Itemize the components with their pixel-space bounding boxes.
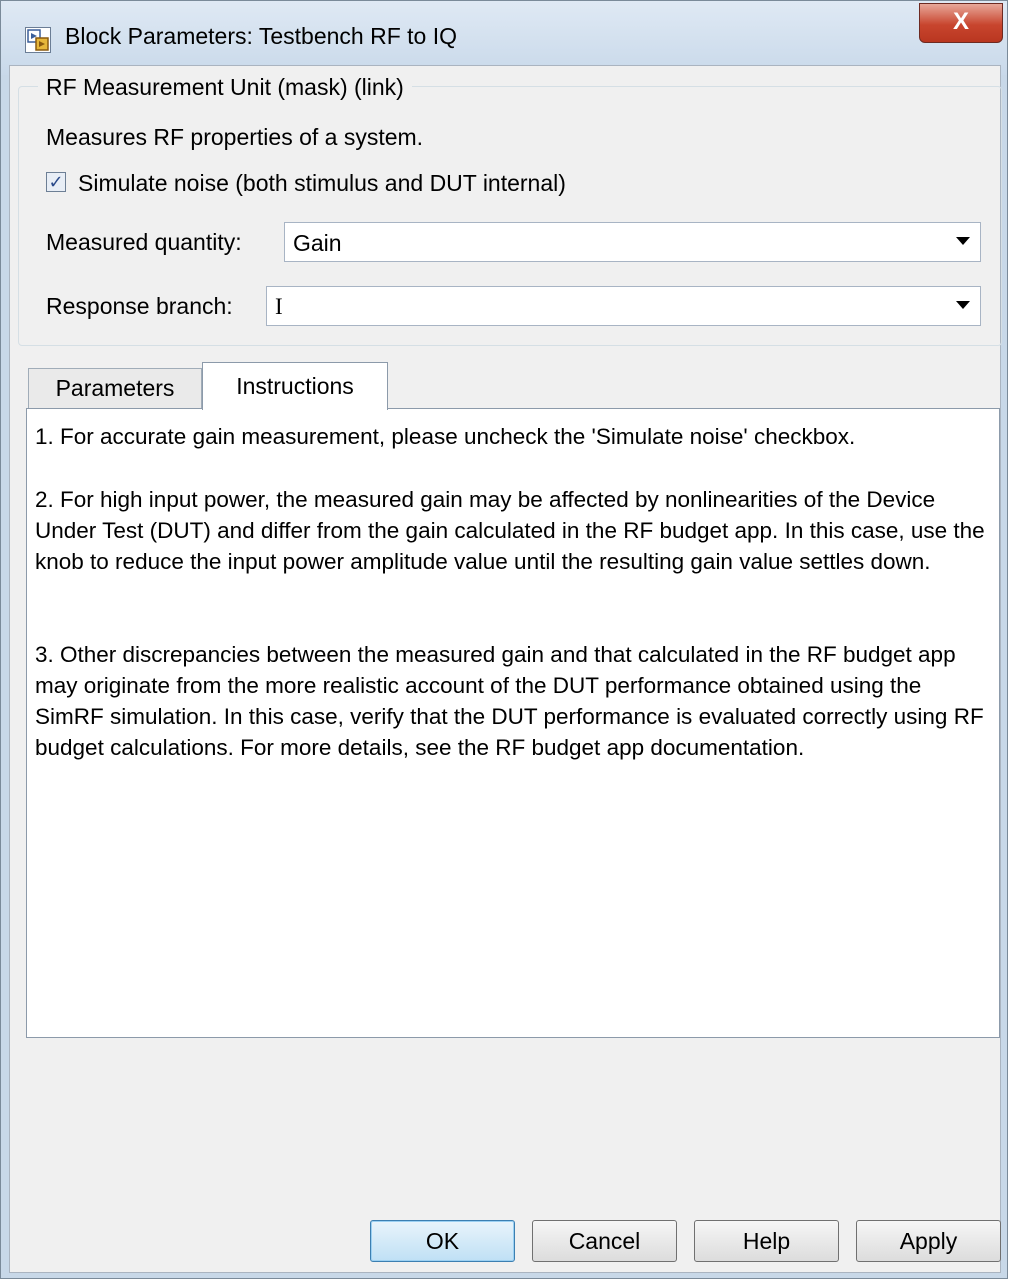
title-bar[interactable]: Block Parameters: Testbench RF to IQ X — [1, 1, 1007, 75]
response-branch-select[interactable]: I — [266, 286, 981, 326]
instruction-paragraph-2: 2. For high input power, the measured ga… — [35, 487, 985, 574]
mask-description: Measures RF properties of a system. — [46, 124, 424, 150]
group-title: RF Measurement Unit (mask) (link) — [38, 74, 412, 101]
measured-quantity-select[interactable]: Gain — [284, 222, 981, 262]
chevron-down-icon — [956, 301, 970, 309]
measured-quantity-value: Gain — [293, 230, 342, 256]
check-mark-icon: ✓ — [48, 172, 64, 192]
instruction-paragraph-1: 1. For accurate gain measurement, please… — [35, 424, 856, 449]
measured-quantity-label: Measured quantity: — [46, 229, 242, 255]
apply-button[interactable]: Apply — [856, 1220, 1001, 1262]
tab-instructions[interactable]: Instructions — [202, 362, 388, 410]
instructions-panel[interactable]: 1. For accurate gain measurement, please… — [26, 408, 1000, 1038]
close-button[interactable]: X — [919, 3, 1003, 43]
response-branch-value: I — [275, 294, 283, 319]
chevron-down-icon — [956, 237, 970, 245]
tab-parameters[interactable]: Parameters — [28, 368, 202, 408]
help-button[interactable]: Help — [694, 1220, 839, 1262]
ok-button[interactable]: OK — [370, 1220, 515, 1262]
close-icon: X — [952, 8, 969, 35]
window-title: Block Parameters: Testbench RF to IQ — [65, 23, 458, 49]
simulate-noise-checkbox[interactable]: ✓ — [46, 172, 66, 192]
response-branch-label: Response branch: — [46, 293, 233, 319]
simulate-noise-label[interactable]: Simulate noise (both stimulus and DUT in… — [78, 170, 566, 197]
instruction-paragraph-3: 3. Other discrepancies between the measu… — [35, 642, 984, 760]
simulink-block-icon — [25, 27, 51, 53]
cancel-button[interactable]: Cancel — [532, 1220, 677, 1262]
